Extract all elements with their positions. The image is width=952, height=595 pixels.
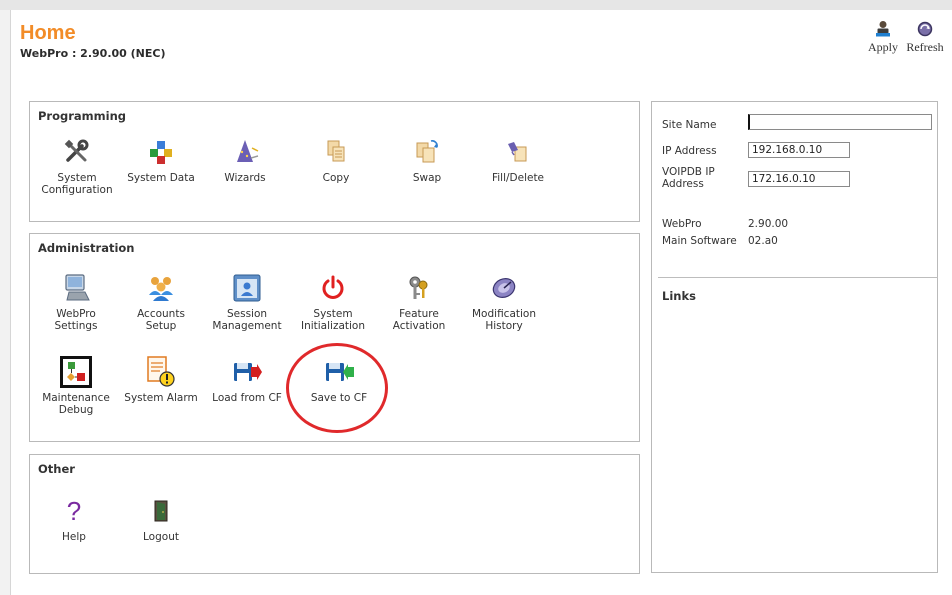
links-title: Links xyxy=(662,289,696,303)
wizard-icon xyxy=(237,140,259,162)
webpro-settings-item[interactable]: WebPro Settings xyxy=(34,272,118,332)
logout-item[interactable]: Logout xyxy=(119,495,203,543)
copy-item[interactable]: Copy xyxy=(294,136,378,184)
swap-icon xyxy=(416,140,438,163)
accounts-setup-item[interactable]: Accounts Setup xyxy=(119,272,203,332)
debug-icon xyxy=(60,356,92,388)
fill-delete-item[interactable]: Fill/Delete xyxy=(476,136,560,184)
administration-title: Administration xyxy=(38,241,135,255)
ip-address-input[interactable] xyxy=(748,142,850,158)
site-name-label: Site Name xyxy=(662,119,717,131)
blocks-icon xyxy=(150,141,172,164)
refresh-icon xyxy=(917,21,933,37)
voipdb-ip-label: VOIPDB IP Address xyxy=(662,166,715,190)
page-title: Home xyxy=(20,22,76,44)
system-initialization-label: System Initialization xyxy=(300,308,366,332)
load-cf-icon xyxy=(234,363,262,381)
page-subtitle: WebPro : 2.90.00 (NEC) xyxy=(20,47,166,60)
ip-address-label: IP Address xyxy=(662,145,717,157)
webpro-settings-label: WebPro Settings xyxy=(54,308,98,332)
help-icon: ? xyxy=(66,495,82,526)
refresh-button[interactable]: Refresh xyxy=(904,20,946,55)
feature-activation-item[interactable]: Feature Activation xyxy=(377,272,461,332)
session-management-item[interactable]: Session Management xyxy=(205,272,289,332)
other-panel: Other ? Help Logout xyxy=(29,454,640,574)
system-configuration-label: System Configuration xyxy=(41,172,113,196)
voipdb-ip-input[interactable] xyxy=(748,171,850,187)
help-label: Help xyxy=(62,531,86,543)
system-configuration-item[interactable]: System Configuration xyxy=(35,136,119,196)
feature-activation-label: Feature Activation xyxy=(392,308,446,332)
apply-button[interactable]: Apply xyxy=(862,20,904,55)
webpro-version-value: 2.90.00 xyxy=(748,218,789,230)
swap-item[interactable]: Swap xyxy=(385,136,469,184)
copy-label: Copy xyxy=(322,172,350,184)
top-border xyxy=(0,0,952,10)
wizards-item[interactable]: Wizards xyxy=(203,136,287,184)
session-icon xyxy=(233,274,261,302)
modification-history-item[interactable]: Modification History xyxy=(462,272,546,332)
accounts-setup-label: Accounts Setup xyxy=(137,308,185,332)
help-item[interactable]: ? Help xyxy=(32,495,116,544)
save-to-cf-label: Save to CF xyxy=(310,392,368,404)
computer-icon xyxy=(65,274,90,301)
left-border xyxy=(0,10,11,595)
programming-title: Programming xyxy=(38,109,126,123)
wizards-label: Wizards xyxy=(224,172,266,184)
other-title: Other xyxy=(38,462,75,476)
power-icon xyxy=(322,275,344,299)
save-cf-icon xyxy=(326,363,354,381)
system-alarm-item[interactable]: System Alarm xyxy=(119,356,203,404)
main-software-value: 02.a0 xyxy=(748,235,778,247)
system-initialization-item[interactable]: System Initialization xyxy=(291,272,375,332)
users-icon xyxy=(149,277,173,301)
site-name-input[interactable] xyxy=(748,114,932,130)
programming-panel: Programming System Configuration System … xyxy=(29,101,640,222)
refresh-label: Refresh xyxy=(906,40,944,54)
maintenance-debug-item[interactable]: Maintenance Debug xyxy=(34,356,118,416)
load-from-cf-item[interactable]: Load from CF xyxy=(205,356,289,404)
administration-panel: Administration WebPro Settings Accounts … xyxy=(29,233,640,442)
main-software-label: Main Software xyxy=(662,235,737,247)
fill-delete-icon xyxy=(508,142,527,162)
maintenance-debug-label: Maintenance Debug xyxy=(42,392,110,416)
system-data-label: System Data xyxy=(127,172,195,184)
alarm-icon xyxy=(147,356,175,387)
keys-icon xyxy=(409,276,428,299)
modification-history-label: Modification History xyxy=(472,308,536,332)
load-from-cf-label: Load from CF xyxy=(212,392,282,404)
site-info-panel: Site Name IP Address VOIPDB IP Address W… xyxy=(651,101,938,573)
apply-label: Apply xyxy=(868,40,898,54)
session-management-label: Session Management xyxy=(212,308,282,332)
copy-icon xyxy=(327,140,345,162)
history-icon xyxy=(492,278,516,298)
apply-user-icon xyxy=(876,21,890,37)
webpro-version-label: WebPro xyxy=(662,218,702,230)
logout-icon xyxy=(154,500,168,522)
save-to-cf-item[interactable]: Save to CF xyxy=(297,356,381,404)
tools-icon xyxy=(64,139,89,162)
links-divider xyxy=(658,277,938,278)
system-alarm-label: System Alarm xyxy=(124,392,198,404)
system-data-item[interactable]: System Data xyxy=(119,136,203,184)
fill-delete-label: Fill/Delete xyxy=(491,172,545,184)
logout-label: Logout xyxy=(143,531,179,543)
swap-label: Swap xyxy=(412,172,442,184)
